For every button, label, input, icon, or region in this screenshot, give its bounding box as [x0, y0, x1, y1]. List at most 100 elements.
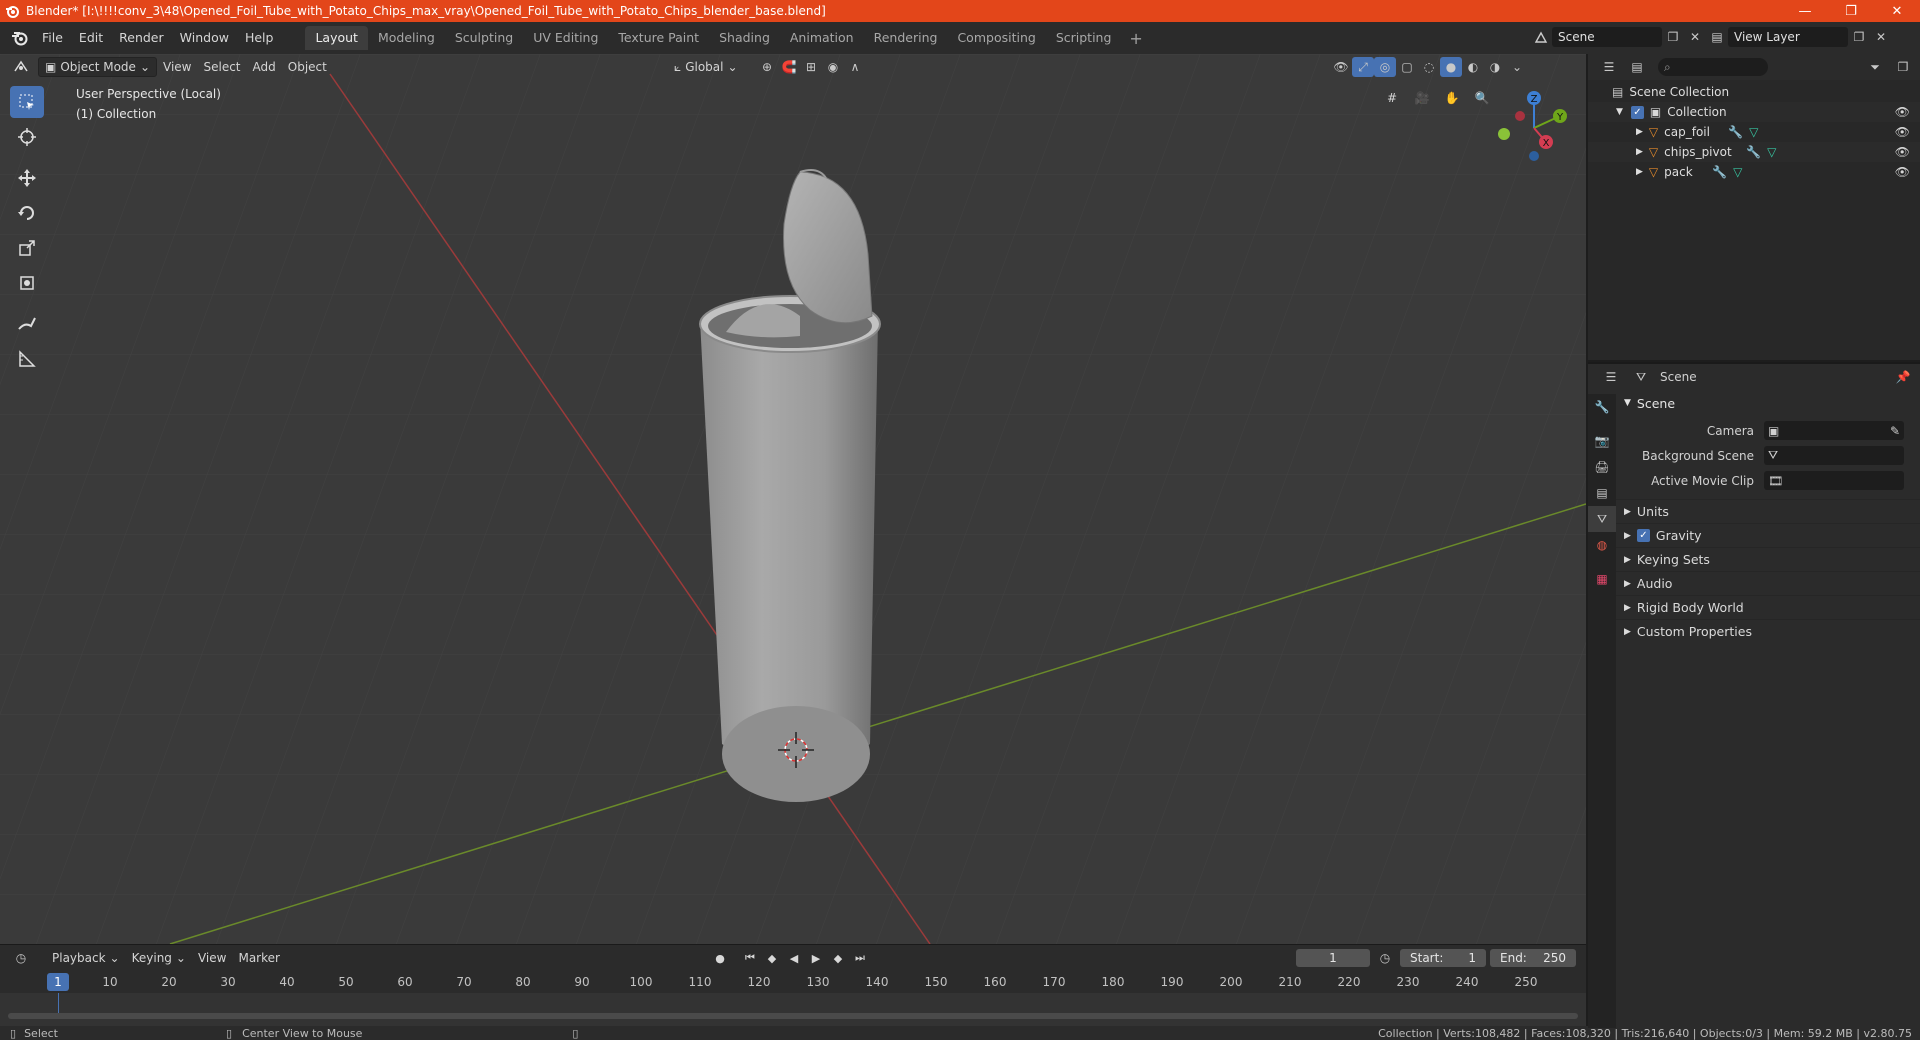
tab-animation[interactable]: Animation	[780, 26, 864, 50]
viewport-menu-add[interactable]: Add	[247, 57, 282, 77]
playhead-frame[interactable]: 1	[47, 973, 69, 991]
camera-field[interactable]: ▣ ✎	[1764, 421, 1904, 440]
tab-texture-paint[interactable]: Texture Paint	[608, 26, 709, 50]
render-tab-icon[interactable]: 📷	[1588, 428, 1616, 454]
audio-panel-header[interactable]: ▶ Audio	[1616, 571, 1920, 595]
rotate-tool-icon[interactable]	[10, 197, 44, 229]
mesh-data-icon[interactable]: ▽	[1767, 145, 1776, 159]
editor-type-icon[interactable]	[10, 57, 32, 77]
expand-arrow-icon[interactable]: ▶	[1636, 167, 1643, 177]
orientation-gizmo[interactable]: Z Y X	[1494, 86, 1574, 166]
3d-viewport[interactable]: ▣ Object Mode ⌄ View Select Add Object ⟀…	[0, 54, 1586, 944]
world-tab-icon[interactable]: ◍	[1588, 532, 1616, 558]
timeline-editor-type-icon[interactable]: ◷	[10, 948, 32, 968]
minimize-button[interactable]: —	[1782, 0, 1828, 22]
pan-hand-icon[interactable]: ✋	[1440, 86, 1464, 110]
outliner-row-scene-collection[interactable]: ▤ Scene Collection	[1588, 82, 1920, 102]
next-keyframe-icon[interactable]: ◆	[828, 948, 848, 968]
modifier-wrench-icon[interactable]: 🔧	[1728, 125, 1743, 139]
scale-tool-icon[interactable]	[10, 232, 44, 264]
properties-editor-type-icon[interactable]: ☰	[1600, 367, 1622, 387]
delete-view-layer-icon[interactable]: ✕	[1870, 27, 1892, 47]
maximize-button[interactable]: ❐	[1828, 0, 1874, 22]
pivot-point-icon[interactable]: ⊕	[756, 57, 778, 77]
new-view-layer-icon[interactable]: ❐	[1848, 27, 1870, 47]
timeline-ruler[interactable]: 1 10 20 30 40 50 60 70 80 90 100 110 120…	[0, 971, 1586, 993]
timeline-menu-marker[interactable]: Marker	[232, 948, 285, 968]
background-scene-field[interactable]: ⛛	[1764, 446, 1904, 465]
blender-menu-icon[interactable]	[4, 26, 34, 50]
menu-file[interactable]: File	[34, 27, 71, 49]
gravity-checkbox[interactable]: ✓	[1636, 529, 1650, 542]
record-icon[interactable]: ●	[710, 948, 730, 968]
menu-window[interactable]: Window	[172, 27, 237, 49]
timeline-menu-view[interactable]: View	[192, 948, 232, 968]
play-reverse-icon[interactable]: ◀	[784, 948, 804, 968]
solid-shading-icon[interactable]: ●	[1440, 57, 1462, 77]
snap-icon[interactable]: 🧲	[778, 57, 800, 77]
toggle-grid-icon[interactable]: #	[1380, 86, 1404, 110]
eye-icon[interactable]: 👁	[1895, 145, 1910, 159]
wireframe-shading-icon[interactable]: ◌	[1418, 57, 1440, 77]
scene-tab-icon[interactable]: ⛛	[1588, 506, 1616, 532]
end-frame-field[interactable]: End: 250	[1490, 949, 1576, 967]
expand-arrow-icon[interactable]: ▶	[1636, 147, 1643, 157]
menu-edit[interactable]: Edit	[71, 27, 111, 49]
object-mode-dropdown[interactable]: ▣ Object Mode ⌄	[38, 57, 157, 77]
collection-checkbox-icon[interactable]: ✓	[1630, 105, 1644, 119]
tab-sculpting[interactable]: Sculpting	[445, 26, 523, 50]
gizmo-neg-y-axis[interactable]	[1498, 128, 1510, 140]
output-tab-icon[interactable]: 🖨	[1588, 454, 1616, 480]
mesh-data-icon[interactable]: ▽	[1733, 165, 1742, 179]
expand-arrow-icon[interactable]: ▼	[1616, 107, 1623, 117]
cursor-tool-icon[interactable]	[10, 121, 44, 153]
outliner-editor-type-icon[interactable]: ☰	[1598, 57, 1620, 77]
start-frame-field[interactable]: Start: 1	[1400, 949, 1486, 967]
jump-start-icon[interactable]: ⏮	[740, 948, 760, 968]
units-panel-header[interactable]: ▶ Units	[1616, 499, 1920, 523]
timeline-menu-keying[interactable]: Keying ⌄	[126, 948, 192, 968]
snap-target-icon[interactable]: ⊞	[800, 57, 822, 77]
gizmo-neg-z-axis[interactable]	[1529, 151, 1539, 161]
outliner-search-input[interactable]: ⌕	[1658, 58, 1768, 76]
filter-icon[interactable]: ⏷	[1864, 57, 1886, 77]
delete-scene-icon[interactable]: ✕	[1684, 27, 1706, 47]
preview-range-icon[interactable]: ◷	[1374, 948, 1396, 968]
keying-sets-panel-header[interactable]: ▶ Keying Sets	[1616, 547, 1920, 571]
add-workspace-icon[interactable]: +	[1121, 29, 1150, 48]
outliner-row-collection[interactable]: ▼ ✓ ▣ Collection 👁	[1588, 102, 1920, 122]
tab-compositing[interactable]: Compositing	[947, 26, 1045, 50]
jump-end-icon[interactable]: ⏭	[850, 948, 870, 968]
proportional-editing-icon[interactable]: ◉	[822, 57, 844, 77]
display-mode-icon[interactable]: ▤	[1626, 57, 1648, 77]
outliner-row-cap-foil[interactable]: ▶ ▽ cap_foil 🔧 ▽ 👁	[1588, 122, 1920, 142]
camera-view-icon[interactable]: 🎥	[1410, 86, 1434, 110]
shading-options-icon[interactable]: ⌄	[1506, 57, 1528, 77]
outliner-row-pack[interactable]: ▶ ▽ pack 🔧 ▽ 👁	[1588, 162, 1920, 182]
pin-icon[interactable]: 📌	[1892, 367, 1914, 387]
timeline-track-area[interactable]	[0, 993, 1586, 1027]
viewport-menu-view[interactable]: View	[157, 57, 197, 77]
rigid-body-world-panel-header[interactable]: ▶ Rigid Body World	[1616, 595, 1920, 619]
falloff-icon[interactable]: ∧	[844, 57, 866, 77]
annotate-tool-icon[interactable]	[10, 308, 44, 340]
viewport-menu-object[interactable]: Object	[282, 57, 333, 77]
outliner-row-chips-pivot[interactable]: ▶ ▽ chips_pivot 🔧 ▽ 👁	[1588, 142, 1920, 162]
scene-icon[interactable]	[1530, 27, 1552, 47]
custom-properties-panel-header[interactable]: ▶ Custom Properties	[1616, 619, 1920, 643]
tab-modeling[interactable]: Modeling	[368, 26, 445, 50]
modifier-wrench-icon[interactable]: 🔧	[1746, 145, 1761, 159]
expand-arrow-icon[interactable]: ▶	[1636, 127, 1643, 137]
view-layer-icon[interactable]: ▤	[1706, 27, 1728, 47]
tab-layout[interactable]: Layout	[305, 26, 368, 50]
new-scene-icon[interactable]: ❐	[1662, 27, 1684, 47]
texture-tab-icon[interactable]: ▦	[1588, 566, 1616, 592]
tab-rendering[interactable]: Rendering	[864, 26, 948, 50]
eye-icon[interactable]: 👁	[1895, 105, 1910, 119]
material-shading-icon[interactable]: ◐	[1462, 57, 1484, 77]
view-layer-field[interactable]: View Layer	[1728, 27, 1848, 47]
measure-tool-icon[interactable]	[10, 343, 44, 375]
zoom-icon[interactable]: 🔍	[1470, 86, 1494, 110]
gravity-panel-header[interactable]: ▶ ✓ Gravity	[1616, 523, 1920, 547]
tab-uv-editing[interactable]: UV Editing	[523, 26, 608, 50]
